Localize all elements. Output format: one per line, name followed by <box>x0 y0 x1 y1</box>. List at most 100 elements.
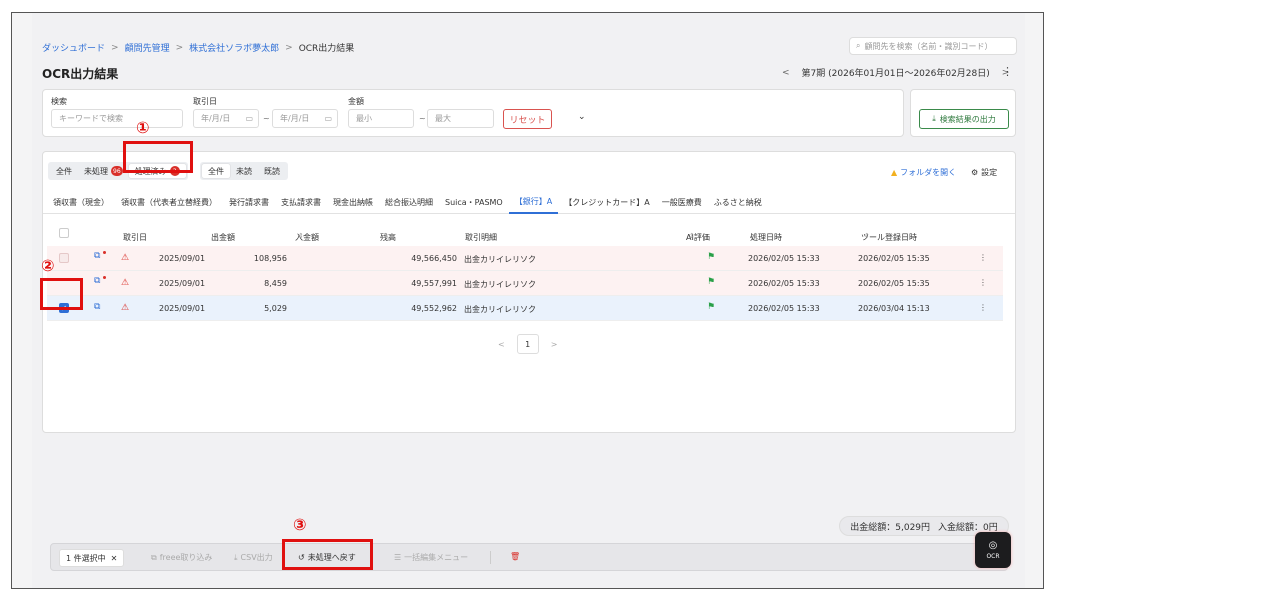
breadcrumb: ダッシュボード > 顧問先管理 > 株式会社ソラボ夢太郎 > OCR出力結果 <box>42 41 354 55</box>
reset-button[interactable]: リセット <box>503 109 552 129</box>
client-search-input[interactable]: ⌕ 顧問先を検索（名前・識別コード） <box>849 37 1017 55</box>
date-from-input[interactable]: 年/月/日 ▭ <box>193 109 259 128</box>
category-tab[interactable]: 総合振込明細 <box>379 190 439 214</box>
category-tab[interactable]: 支払請求書 <box>275 190 327 214</box>
trash-icon[interactable]: 🗑 <box>510 552 520 561</box>
sort-icon: ⇕ <box>689 232 695 240</box>
chevron-left-icon[interactable]: < <box>782 68 790 78</box>
edit-icon[interactable]: ⧉ <box>94 251 100 261</box>
settings-button[interactable]: ⚙ 設定 <box>971 167 997 178</box>
row-menu-icon[interactable]: ⋮ <box>979 303 987 312</box>
period-label: 第7期 (2026年01月01日〜2026年02月28日) <box>801 69 990 79</box>
category-tab[interactable]: 現金出納帳 <box>327 190 379 214</box>
edit-icon[interactable]: ⧉ <box>94 302 100 312</box>
category-tab[interactable]: 領収書（現金） <box>47 190 115 214</box>
sort-icon: ⇕ <box>214 232 220 240</box>
breadcrumb-separator: > <box>285 42 293 53</box>
ocr-label: OCR <box>986 553 1000 560</box>
cell-registered: 2026/02/05 15:35 <box>858 279 930 288</box>
tab-unprocessed[interactable]: 未処理 96 <box>78 164 129 178</box>
keyword-input[interactable]: キーワードで検索 <box>51 109 183 128</box>
amount-min-placeholder: 最小 <box>356 114 372 123</box>
amount-min-input[interactable]: 最小 <box>348 109 414 128</box>
export-button[interactable]: ⤓ 検索結果の出力 <box>919 109 1009 129</box>
ocr-button[interactable]: ◎ OCR <box>975 532 1011 568</box>
flag-icon: ⚑ <box>707 252 716 262</box>
selection-count: 1 件選択中 <box>66 553 106 563</box>
import-icon: ⧉ <box>151 552 157 562</box>
download-icon: ⤓ <box>932 114 936 123</box>
selection-chip: 1 件選択中 ✕ <box>59 549 125 567</box>
clear-selection-icon[interactable]: ✕ <box>111 554 118 563</box>
read-tab-unread[interactable]: 未読 <box>230 164 258 178</box>
more-menu-icon[interactable]: ⋮ <box>1002 65 1013 78</box>
keyword-label: 検索 <box>51 97 67 106</box>
page-button-current[interactable]: 1 <box>516 334 539 354</box>
category-tab[interactable]: 一般医療費 <box>656 190 708 214</box>
unprocessed-count-badge: 96 <box>111 166 123 176</box>
breadcrumb-client[interactable]: 株式会社ソラボ夢太郎 <box>189 41 279 54</box>
unread-dot <box>103 276 106 279</box>
read-tab-read[interactable]: 既読 <box>258 164 286 178</box>
select-all-checkbox[interactable] <box>59 228 69 238</box>
cell-balance: 49,566,450 <box>411 254 457 263</box>
edit-icon[interactable]: ⧉ <box>94 276 100 286</box>
category-tab[interactable]: Suica・PASMO <box>439 190 509 214</box>
freee-import-button[interactable]: ⧉ freee取り込み <box>151 552 212 563</box>
cell-registered: 2026/03/04 15:13 <box>858 304 930 313</box>
range-separator: ~ <box>419 114 426 123</box>
amount-max-input[interactable]: 最大 <box>427 109 494 128</box>
cell-date: 2025/09/01 <box>159 304 206 313</box>
breadcrumb-client-mgmt[interactable]: 顧問先管理 <box>125 41 170 54</box>
sort-icon: ⇕ <box>864 232 870 240</box>
chevron-down-icon[interactable]: ⌄ <box>578 112 586 122</box>
cell-registered: 2026/02/05 15:35 <box>858 254 930 263</box>
range-separator: ~ <box>263 114 270 123</box>
annotation-number-3: ③ <box>293 515 307 534</box>
breadcrumb-separator: > <box>111 42 119 53</box>
cell-desc: 出金カリイレリソク <box>464 280 536 289</box>
open-folder-link[interactable]: ▲ フォルダを開く <box>891 167 956 178</box>
tab-all[interactable]: 全件 <box>50 164 78 178</box>
table-row[interactable]: ⧉ ⚠ 2025/09/01 108,956 49,566,450 出金カリイレ… <box>47 246 1003 271</box>
breadcrumb-separator: > <box>175 42 184 53</box>
warning-icon: ⚠ <box>121 303 130 313</box>
period-selector: < 第7期 (2026年01月01日〜2026年02月28日) > <box>782 66 1009 80</box>
category-tab[interactable]: 領収書（代表者立替経費） <box>115 190 223 214</box>
warning-icon: ⚠ <box>121 278 130 288</box>
read-tabs: 全件 未読 既読 <box>200 162 288 180</box>
bulk-action-bar: 1 件選択中 ✕ ⧉ freee取り込み ⤓ CSV出力 ↺ 未処理へ戻す ☰ 一括編集… <box>50 543 1008 571</box>
row-menu-icon[interactable]: ⋮ <box>979 253 987 262</box>
sort-icon: ⇕ <box>298 232 304 240</box>
cell-desc: 出金カリイレリソク <box>464 305 536 314</box>
page-prev-icon[interactable]: < <box>498 340 505 349</box>
category-tabs: 領収書（現金） 領収書（代表者立替経費） 発行請求書 支払請求書 現金出納帳 総… <box>43 190 1015 214</box>
calendar-icon: ▭ <box>245 114 253 123</box>
date-to-input[interactable]: 年/月/日 ▭ <box>272 109 338 128</box>
page-next-icon[interactable]: > <box>551 340 558 349</box>
cell-out: 5,029 <box>264 304 287 313</box>
row-checkbox[interactable] <box>59 253 69 263</box>
category-tab[interactable]: 【クレジットカード】A <box>558 190 655 214</box>
category-tab[interactable]: 発行請求書 <box>223 190 275 214</box>
category-tab[interactable]: ふるさと納税 <box>708 190 768 214</box>
client-search-placeholder: 顧問先を検索（名前・識別コード） <box>864 41 993 51</box>
cell-processed: 2026/02/05 15:33 <box>748 279 820 288</box>
table-row-selected[interactable]: ✓ ⧉ ⚠ 2025/09/01 5,029 49,552,962 出金カリイレ… <box>47 296 1003 321</box>
table-row[interactable]: ⧉ ⚠ 2025/09/01 8,459 49,557,991 出金カリイレリソ… <box>47 271 1003 296</box>
warning-icon: ⚠ <box>121 253 130 263</box>
sort-icon: ⇕ <box>753 232 759 240</box>
bulk-edit-button[interactable]: ☰ 一括編集メニュー <box>394 552 468 563</box>
breadcrumb-dashboard[interactable]: ダッシュボード <box>42 41 105 54</box>
read-tab-all[interactable]: 全件 <box>202 164 230 178</box>
sort-icon: ⇕ <box>468 232 474 240</box>
csv-export-button[interactable]: ⤓ CSV出力 <box>234 552 273 563</box>
drive-icon: ▲ <box>891 168 898 177</box>
cell-out: 8,459 <box>264 279 287 288</box>
row-menu-icon[interactable]: ⋮ <box>979 278 987 287</box>
amount-label: 金額 <box>348 97 364 106</box>
annotation-number-2: ② <box>41 256 55 275</box>
cell-balance: 49,552,962 <box>411 304 457 313</box>
category-tab-active[interactable]: 【銀行】A <box>508 190 559 214</box>
tab-unprocessed-label: 未処理 <box>84 166 108 176</box>
